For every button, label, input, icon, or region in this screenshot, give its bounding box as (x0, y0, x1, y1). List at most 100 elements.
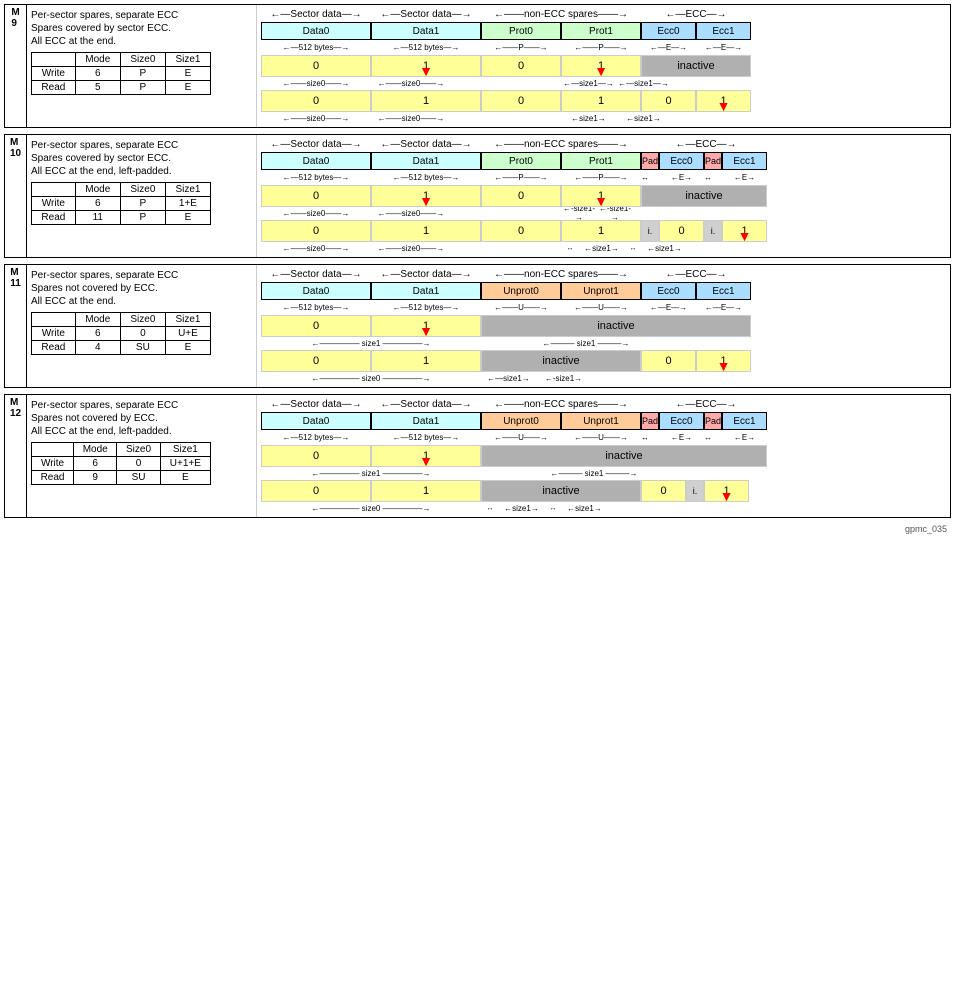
m11-w-data0: 0 (261, 315, 371, 337)
m10-br-e2: ←E→ (722, 173, 767, 182)
m12-col-ecc1: Ecc1 (722, 412, 767, 430)
r-data0-m9: 0 (261, 90, 371, 112)
m11-br-u2: ←——U——→ (561, 303, 641, 312)
br-p2: ←——P——→ (561, 43, 641, 52)
m12-br-u2: ←——U——→ (561, 433, 641, 442)
w-inactive-m9: inactive (641, 55, 751, 77)
m12-sector-1: ←—Sector data—→ (261, 399, 371, 410)
m10-non-ecc: ←——non-ECC spares——→ (481, 139, 641, 150)
r-prot0-m9: 0 (481, 90, 561, 112)
m12-w-data0: 0 (261, 445, 371, 467)
m12-r-ecc0: 0 (641, 480, 686, 502)
col-prot1: Prot1 (561, 22, 641, 40)
m12-w-data1: 1▼ (371, 445, 481, 467)
title2-m11: Spares not covered by ECC. (31, 282, 252, 295)
m10-br-512-1: ←—512 bytes—→ (261, 173, 371, 182)
section-id-m10: M10 (5, 135, 27, 257)
m11-sector-1: ←—Sector data—→ (261, 269, 371, 280)
right-panel-m9: ←—Sector data—→ ←—Sector data—→ ←——non-E… (257, 5, 950, 127)
m10-col-prot1: Prot1 (561, 152, 641, 170)
m10-col-data1: Data1 (371, 152, 481, 170)
section-m11: M11 Per-sector spares, separate ECC Spar… (4, 264, 951, 388)
m12-non-ecc: ←——non-ECC spares——→ (481, 399, 641, 410)
mode-table-m11: ModeSize0Size1 Write60U+E Read4SUE (31, 312, 211, 355)
m12-col-data0: Data0 (261, 412, 371, 430)
title1-m11: Per-sector spares, separate ECC (31, 269, 252, 282)
rs-size1-1: ←size1→ (561, 114, 616, 123)
col-prot0: Prot0 (481, 22, 561, 40)
m12-br-512-1: ←—512 bytes—→ (261, 433, 371, 442)
m10-col-prot0: Prot0 (481, 152, 561, 170)
m12-col-data1: Data1 (371, 412, 481, 430)
m10-r-data1: 1 (371, 220, 481, 242)
m12-ws-s1-2: ←——— size1 ———→ (531, 469, 657, 478)
mode-table-m12: ModeSize0Size1 Write60U+1+E Read9SUE (31, 442, 211, 485)
m10-br-p1: ←——P——→ (481, 173, 561, 182)
section-id-m12: M12 (5, 395, 27, 517)
m11-r-ecc0: 0 (641, 350, 696, 372)
title1-m12: Per-sector spares, separate ECC (31, 399, 252, 412)
m11-col-ecc0: Ecc0 (641, 282, 696, 300)
m11-col-unprot1: Unprot1 (561, 282, 641, 300)
right-panel-m12: ←—Sector data—→ ←—Sector data—→ ←——non-E… (257, 395, 950, 517)
m10-ws-s0-1: ←——size0——→ (261, 209, 371, 218)
m12-ecc: ←—ECC—→ (641, 399, 771, 410)
title3-m10: All ECC at the end, left-padded. (31, 165, 252, 178)
m11-ws-s1-span: ←————— size1 —————→ (261, 339, 481, 348)
w-data0-m9: 0 (261, 55, 371, 77)
right-panel-m11: ←—Sector data—→ ←—Sector data—→ ←——non-E… (257, 265, 950, 387)
m10-col-data0: Data0 (261, 152, 371, 170)
col-ecc0: Ecc0 (641, 22, 696, 40)
m12-br-pad2: ↔ (704, 433, 722, 442)
section-m12: M12 Per-sector spares, separate ECC Spar… (4, 394, 951, 518)
m11-col-data1: Data1 (371, 282, 481, 300)
m11-rs-s1-2: ←-size1→ (536, 374, 591, 383)
title3-m12: All ECC at the end, left-padded. (31, 425, 252, 438)
rs-size1-2: ←size1→ (616, 114, 671, 123)
ws-size0-2: ←——size0——→ (371, 79, 451, 88)
m12-col-pad2: Pad (704, 412, 722, 430)
m12-r-inactive: inactive (481, 480, 641, 502)
m12-rs-s1-2: ←size1→ (562, 504, 607, 513)
r-data1-m9: 1 (371, 90, 481, 112)
m11-non-ecc: ←——non-ECC spares——→ (481, 269, 641, 280)
footer: gpmc_035 (4, 524, 951, 534)
left-panel-m10: Per-sector spares, separate ECC Spares c… (27, 135, 257, 257)
m12-col-pad1: Pad (641, 412, 659, 430)
left-panel-m12: Per-sector spares, separate ECC Spares n… (27, 395, 257, 517)
title3-m11: All ECC at the end. (31, 295, 252, 308)
m11-sector-2: ←—Sector data—→ (371, 269, 481, 280)
ws-size0-1: ←——size0——→ (261, 79, 371, 88)
m10-br-512-2: ←—512 bytes—→ (371, 173, 481, 182)
col-data0: Data0 (261, 22, 371, 40)
section-m10: M10 Per-sector spares, separate ECC Spar… (4, 134, 951, 258)
m12-w-inactive: inactive (481, 445, 767, 467)
m10-w-data1: 1▼ (371, 185, 481, 207)
rs-size0-2: ←——size0——→ (371, 114, 451, 123)
col-data1: Data1 (371, 22, 481, 40)
m11-br-512-2: ←—512 bytes—→ (371, 303, 481, 312)
m11-w-data1: 1▼ (371, 315, 481, 337)
m12-r-data1: 1 (371, 480, 481, 502)
m11-r-inactive: inactive (481, 350, 641, 372)
m11-r-data1: 1 (371, 350, 481, 372)
m10-w-prot1: 1▼ (561, 185, 641, 207)
m11-ws-s1-2: ←——— size1 ———→ (531, 339, 641, 348)
sector-data-arrow-1: ←—Sector data—→ (261, 9, 371, 20)
m10-rs-s1-1: ←size1→ (579, 244, 624, 253)
m12-br-pad1: ↔ (641, 433, 659, 442)
ws-size1-1: ←—size1—→ (561, 79, 616, 88)
mode-table-m10: ModeSize0Size1 Write6P1+E Read11PE (31, 182, 211, 225)
m10-r-pad1: i. (641, 220, 659, 242)
m12-col-unprot0: Unprot0 (481, 412, 561, 430)
m10-sector-1: ←—Sector data—→ (261, 139, 371, 150)
rs-size0-1: ←——size0——→ (261, 114, 371, 123)
br-p1: ←——P——→ (481, 43, 561, 52)
br-512-2: ←—512 bytes—→ (371, 43, 481, 52)
m10-r-data0: 0 (261, 220, 371, 242)
m12-rs-s0: ←————— size0 —————→ (261, 504, 481, 513)
m12-r-ecc1: 1▼ (704, 480, 749, 502)
title2-m9: Spares covered by sector ECC. (31, 22, 252, 35)
r-ecc1-m9: 1▼ (696, 90, 751, 112)
m10-w-inactive: inactive (641, 185, 767, 207)
